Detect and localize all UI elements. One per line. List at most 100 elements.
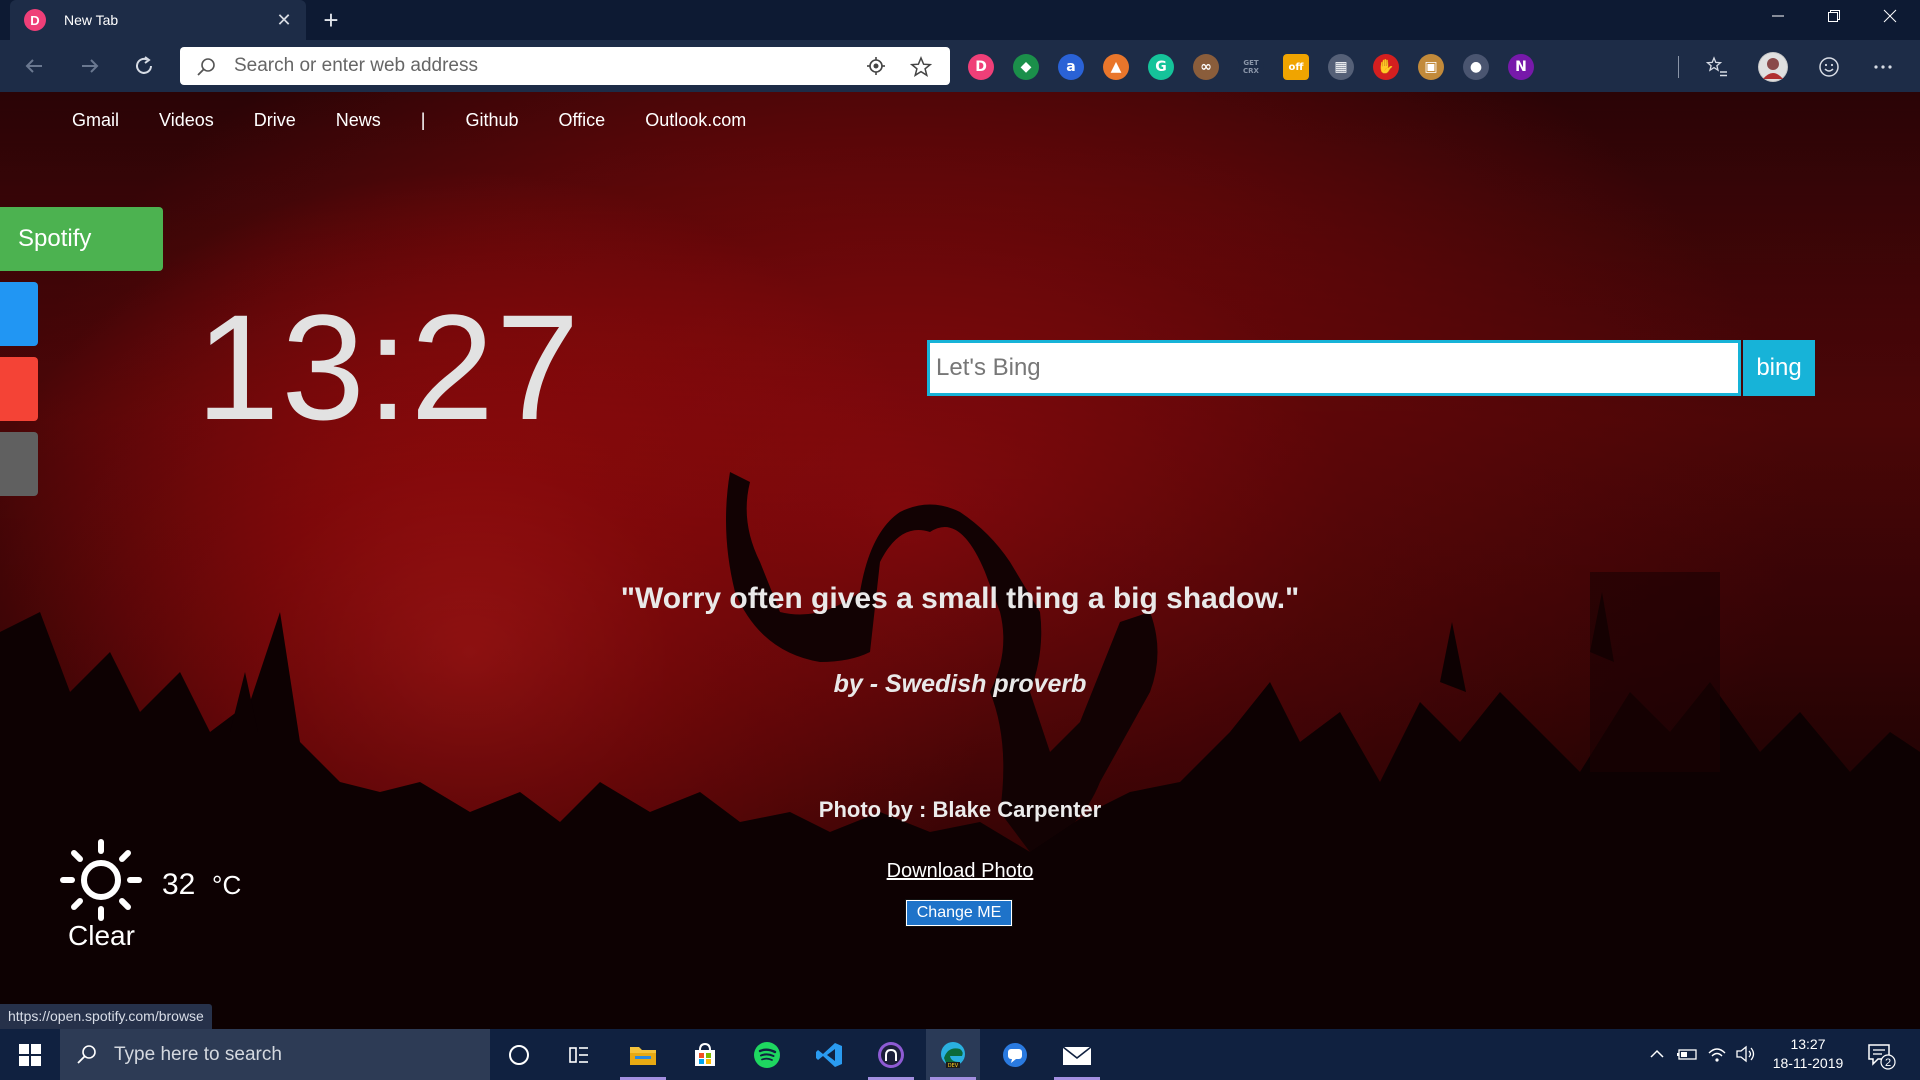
bing-search-box: bing xyxy=(927,340,1815,396)
favorite-star-icon[interactable] xyxy=(910,56,932,78)
red-hand-ext-icon[interactable]: ✋ xyxy=(1373,54,1399,80)
battery-icon[interactable] xyxy=(1676,1043,1698,1065)
onenote-ext-icon[interactable]: N xyxy=(1508,54,1534,80)
feedback-smiley-icon[interactable] xyxy=(1816,54,1842,80)
toolbar-divider xyxy=(1678,56,1679,78)
change-me-button[interactable]: Change ME xyxy=(905,899,1013,927)
title-bar: D New Tab ✕ + xyxy=(0,0,1920,40)
temperature-value: 32 °C xyxy=(162,868,241,902)
get-crx-ext-icon[interactable]: GET CRX xyxy=(1238,54,1264,80)
search-icon xyxy=(77,1044,96,1064)
quicklink-gmail[interactable]: Gmail xyxy=(72,110,119,131)
taskbar-spotify[interactable] xyxy=(740,1029,794,1080)
restore-button[interactable] xyxy=(1806,0,1862,32)
tab-new-tab[interactable]: D New Tab ✕ xyxy=(10,0,306,40)
taskbar-search-box[interactable]: Type here to search xyxy=(60,1029,490,1080)
colorful-ext-icon[interactable]: ◆ xyxy=(1013,54,1039,80)
taskbar-time: 13:27 xyxy=(1790,1036,1826,1052)
dev-circle-ext-icon[interactable]: D xyxy=(968,54,994,80)
show-hidden-icons-chevron-icon[interactable] xyxy=(1646,1043,1668,1065)
photo-credit: Photo by : Blake Carpenter xyxy=(818,797,1102,822)
taskbar-file-explorer[interactable] xyxy=(616,1029,670,1080)
windows-logo-icon xyxy=(19,1043,41,1066)
bing-search-input[interactable] xyxy=(927,340,1741,396)
quicklink-news[interactable]: News xyxy=(336,110,381,131)
taskbar-github-desktop[interactable] xyxy=(864,1029,918,1080)
vscode-icon xyxy=(816,1042,842,1067)
folder-icon xyxy=(630,1046,656,1065)
side-button-blue[interactable] xyxy=(0,282,38,346)
restore-icon xyxy=(1828,10,1840,22)
notification-center-button[interactable]: 2 xyxy=(1866,1041,1896,1076)
start-button[interactable] xyxy=(0,1029,60,1080)
taskbar-date: 18-11-2019 xyxy=(1772,1055,1844,1071)
bing-search-button[interactable]: bing xyxy=(1743,340,1815,396)
clock-display: 13:27 xyxy=(196,283,582,451)
mail-icon xyxy=(1062,1045,1092,1065)
svg-text:DEV: DEV xyxy=(948,1063,959,1069)
taskbar-messages[interactable] xyxy=(988,1029,1042,1080)
quicklink-office[interactable]: Office xyxy=(559,110,606,131)
store-icon xyxy=(695,1042,715,1066)
address-input[interactable] xyxy=(234,54,834,78)
spotify-icon xyxy=(754,1041,780,1068)
temperature-unit: °C xyxy=(212,870,242,900)
fox-ext-icon[interactable]: ▲ xyxy=(1103,54,1129,80)
quote-text: "Worry often gives a small thing a big s… xyxy=(620,582,1300,615)
notification-count: 2 xyxy=(1885,1057,1891,1069)
off-badge-ext-icon[interactable]: off xyxy=(1283,54,1309,80)
glasses-ext-icon[interactable]: ∞ xyxy=(1193,54,1219,80)
quicklink-videos[interactable]: Videos xyxy=(159,110,214,131)
refresh-button[interactable] xyxy=(126,48,162,84)
concert-background-image xyxy=(0,92,1920,1029)
taskbar-store[interactable] xyxy=(678,1029,732,1080)
minimize-icon xyxy=(1772,15,1784,17)
notification-icon: 2 xyxy=(1868,1044,1896,1070)
taskbar-task-view[interactable] xyxy=(552,1029,606,1080)
edge-dev-icon: DEV xyxy=(941,1041,965,1069)
taskbar-vscode[interactable] xyxy=(802,1029,856,1080)
quicklink-github[interactable]: Github xyxy=(465,110,518,131)
grammar-a-ext-icon[interactable]: a xyxy=(1058,54,1084,80)
quicklink-outlook[interactable]: Outlook.com xyxy=(645,110,746,131)
sun-icon xyxy=(60,839,142,921)
white-circle-ext-icon[interactable]: ● xyxy=(1463,54,1489,80)
temperature-number: 32 xyxy=(162,868,196,901)
new-tab-page: Gmail Videos Drive News | Github Office … xyxy=(0,92,1920,1029)
taskbar-clock[interactable]: 13:27 18-11-2019 xyxy=(1768,1035,1848,1073)
arrow-left-icon xyxy=(25,59,42,73)
favorites-list-icon[interactable] xyxy=(1704,54,1730,80)
taskbar-mail[interactable] xyxy=(1050,1029,1104,1080)
side-button-red[interactable] xyxy=(0,357,38,421)
grid-ext-icon[interactable]: ▦ xyxy=(1328,54,1354,80)
new-tab-button[interactable]: + xyxy=(314,3,348,37)
profile-avatar[interactable] xyxy=(1758,52,1788,82)
close-window-button[interactable] xyxy=(1862,0,1918,32)
cortana-icon xyxy=(509,1044,529,1065)
forward-button[interactable] xyxy=(72,48,108,84)
chat-bubble-icon xyxy=(1003,1042,1027,1067)
quote-author: by - Swedish proverb xyxy=(833,670,1087,698)
quicklink-drive[interactable]: Drive xyxy=(254,110,296,131)
wifi-icon[interactable] xyxy=(1706,1043,1728,1065)
taskbar-edge-dev[interactable]: DEV xyxy=(926,1029,980,1080)
more-menu-icon[interactable] xyxy=(1870,54,1896,80)
back-button[interactable] xyxy=(16,48,52,84)
tab-title: New Tab xyxy=(64,12,119,28)
grammarly-ext-icon[interactable]: G xyxy=(1148,54,1174,80)
download-photo-link[interactable]: Download Photo xyxy=(860,860,1060,883)
side-button-gray[interactable] xyxy=(0,432,38,496)
volume-icon[interactable] xyxy=(1734,1043,1756,1065)
box-ext-icon[interactable]: ▣ xyxy=(1418,54,1444,80)
spotify-button[interactable]: Spotify xyxy=(0,207,163,271)
minimize-button[interactable] xyxy=(1750,0,1806,32)
tracking-prevention-icon[interactable] xyxy=(866,56,886,76)
close-icon xyxy=(1883,9,1897,23)
refresh-icon xyxy=(136,56,152,74)
weather-condition: Clear xyxy=(68,920,135,951)
tab-favicon-icon: D xyxy=(24,9,46,31)
taskbar-search-placeholder: Type here to search xyxy=(114,1043,282,1065)
tab-close-icon[interactable]: ✕ xyxy=(276,10,292,31)
taskbar-cortana[interactable] xyxy=(492,1029,546,1080)
address-bar[interactable] xyxy=(180,47,950,85)
